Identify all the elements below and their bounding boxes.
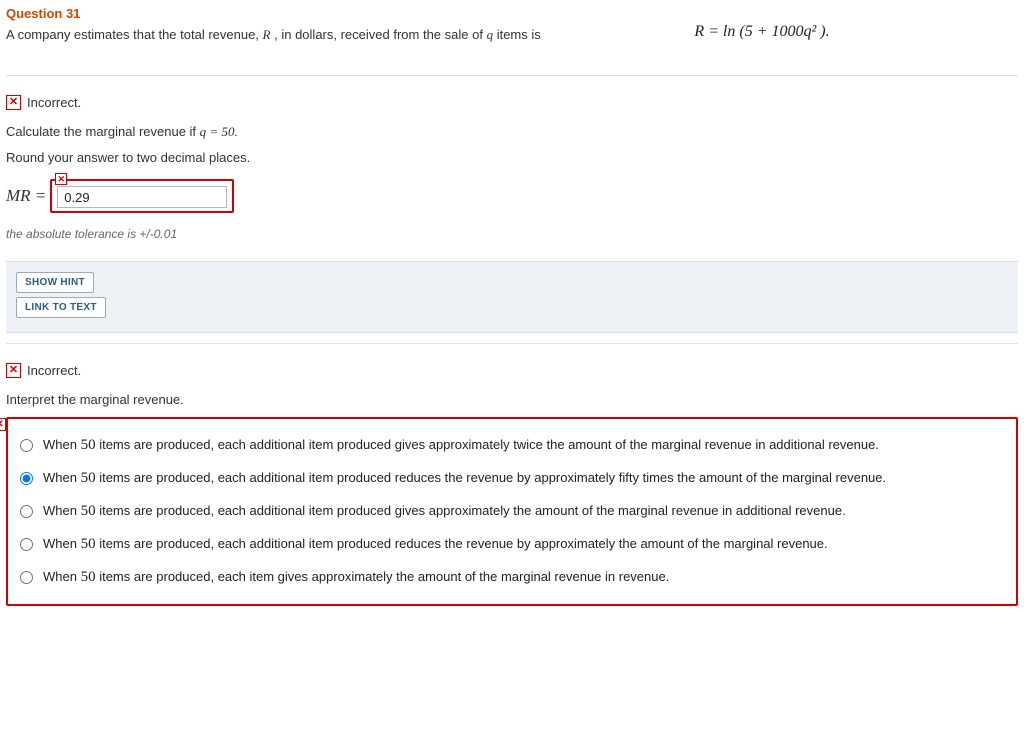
option-text-1: When 50 items are produced, each additio… <box>43 470 886 487</box>
feedback-text-2: Incorrect. <box>27 363 81 378</box>
mr-label: MR = <box>6 186 46 206</box>
option-radio-3[interactable] <box>20 538 33 551</box>
option-text-3: When 50 items are produced, each additio… <box>43 536 828 553</box>
option-text-0: When 50 items are produced, each additio… <box>43 437 879 454</box>
option-radio-4[interactable] <box>20 571 33 584</box>
options-container: ✕ When 50 items are produced, each addit… <box>6 417 1018 606</box>
option-radio-2[interactable] <box>20 505 33 518</box>
option-radio-1[interactable] <box>20 472 33 485</box>
calc-prompt-pre: Calculate the marginal revenue if <box>6 124 200 139</box>
incorrect-icon-options: ✕ <box>0 418 6 431</box>
incorrect-icon-input: ✕ <box>55 173 67 185</box>
feedback-part1: ✕ Incorrect. <box>6 95 1018 110</box>
incorrect-icon-2: ✕ <box>6 363 21 378</box>
round-note: Round your answer to two decimal places. <box>6 150 1018 165</box>
option-row-1[interactable]: When 50 items are produced, each additio… <box>20 462 1004 495</box>
link-to-text-button[interactable]: LINK TO TEXT <box>16 297 106 318</box>
divider <box>6 75 1018 77</box>
option-radio-0[interactable] <box>20 439 33 452</box>
option-row-0[interactable]: When 50 items are produced, each additio… <box>20 429 1004 462</box>
hint-panel: SHOW HINT LINK TO TEXT <box>6 261 1018 333</box>
divider-2 <box>6 343 1018 345</box>
calc-prompt-eq: q = 50. <box>200 124 238 139</box>
feedback-part2: ✕ Incorrect. <box>6 363 1018 378</box>
option-row-4[interactable]: When 50 items are produced, each item gi… <box>20 561 1004 594</box>
option-row-2[interactable]: When 50 items are produced, each additio… <box>20 495 1004 528</box>
tolerance-note: the absolute tolerance is +/-0.01 <box>6 227 1018 241</box>
calc-prompt: Calculate the marginal revenue if q = 50… <box>6 124 1018 140</box>
question-title: Question 31 <box>6 6 1018 21</box>
mr-answer-row: MR = ✕ <box>6 179 1018 213</box>
incorrect-icon: ✕ <box>6 95 21 110</box>
formula-display: R = ln (5 + 1000q² ). <box>6 23 1018 41</box>
option-row-3[interactable]: When 50 items are produced, each additio… <box>20 528 1004 561</box>
mr-answer-input[interactable] <box>57 186 227 208</box>
option-text-2: When 50 items are produced, each additio… <box>43 503 846 520</box>
option-text-4: When 50 items are produced, each item gi… <box>43 569 669 586</box>
feedback-text-1: Incorrect. <box>27 95 81 110</box>
answer-input-wrap: ✕ <box>50 179 234 213</box>
show-hint-button[interactable]: SHOW HINT <box>16 272 94 293</box>
interpret-prompt: Interpret the marginal revenue. <box>6 392 1018 407</box>
